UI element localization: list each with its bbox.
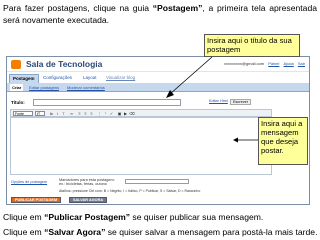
post-hint-callout: Insira aqui a mensagem que deseja postar…	[258, 117, 308, 165]
spellcheck-icon[interactable]: ✓	[109, 111, 114, 116]
save-instruction-before: Clique em	[3, 227, 45, 237]
tab-layout[interactable]: Layout	[80, 74, 100, 83]
tab-visualizar-blog[interactable]: Visualizar blog	[103, 74, 138, 83]
title-input[interactable]	[33, 99, 181, 106]
align-left-icon[interactable]: ≡	[77, 111, 82, 116]
subtab-criar[interactable]: Criar	[10, 84, 24, 91]
quote-icon[interactable]: “	[103, 111, 108, 116]
italic-icon[interactable]: i	[55, 111, 60, 116]
save-instruction-after: se quiser salvar a mensagem para postá-l…	[105, 227, 318, 237]
subtab-moderar-comentarios[interactable]: Moderar comentários	[67, 84, 105, 91]
publish-instruction-before: Clique em	[3, 212, 45, 222]
save-now-button[interactable]: SALVAR AGORA	[69, 197, 108, 203]
clear-format-icon[interactable]: ⌫	[129, 111, 135, 116]
video-icon[interactable]: ▶	[123, 111, 128, 116]
title-arrow	[166, 56, 213, 98]
intro-before: Para fazer postagens, clique na guia	[3, 3, 153, 13]
labels-input[interactable]	[125, 179, 189, 184]
font-size-select[interactable]: tT	[35, 111, 45, 116]
blog-name: Sala de Tecnologia	[26, 59, 103, 69]
align-right-icon[interactable]: ≡	[89, 111, 94, 116]
save-instruction: Clique em “Salvar Agora” se quiser salva…	[3, 227, 317, 238]
link-icon[interactable]: ∞	[69, 111, 74, 116]
post-editor[interactable]	[10, 117, 272, 175]
user-links: xxxxxxxxx@gmail.com Painel Ajuda Sair	[221, 61, 305, 66]
editor-footer: Opções de postagem Marcadores para esta …	[7, 177, 309, 204]
title-label: Título:	[11, 100, 25, 105]
editor-toolbar: Fonte tT b i T ∞ ≡ ≡ ≡ ⋮ “ ✓ ▣ ▶ ⌫	[10, 109, 272, 117]
tab-configuracoes[interactable]: Configurações	[40, 74, 75, 83]
subtab-editar-postagens[interactable]: Editar postagens	[29, 84, 59, 91]
blogger-topbar: Sala de Tecnologia xxxxxxxxx@gmail.com P…	[7, 57, 309, 72]
publish-post-button[interactable]: PUBLICAR POSTAGEM	[11, 197, 62, 203]
post-arrow	[233, 137, 259, 143]
save-instruction-bold: “Salvar Agora”	[44, 227, 106, 237]
blogger-logo-icon	[11, 60, 21, 69]
shortcuts-text: Atalhos: pressione Ctrl com: B = Negrito…	[59, 189, 201, 193]
help-link[interactable]: Ajuda	[284, 61, 294, 66]
dashboard-link[interactable]: Painel	[268, 61, 279, 66]
title-hint-callout: Insira aqui o título da sua postagem	[204, 34, 300, 57]
intro-tab-name: “Postagem”	[152, 3, 203, 13]
font-select[interactable]: Fonte	[13, 111, 33, 116]
bold-icon[interactable]: b	[49, 111, 54, 116]
list-icon[interactable]: ⋮	[97, 111, 102, 116]
publish-instruction: Clique em “Publicar Postagem” se quiser …	[3, 212, 263, 223]
sub-tabs: Criar Editar postagens Moderar comentári…	[7, 83, 309, 92]
labels-example: ex.: bicicletas, férias, outono	[59, 182, 107, 187]
text-color-icon[interactable]: T	[61, 111, 66, 116]
tab-postagem[interactable]: Postagem	[9, 74, 39, 83]
labels-text: Marcadores para esta postagem: ex.: bici…	[59, 178, 115, 186]
publish-instruction-bold: “Publicar Postagem”	[44, 212, 131, 222]
compose-button[interactable]: Escrever	[230, 99, 251, 105]
user-email: xxxxxxxxx@gmail.com	[223, 61, 265, 66]
main-tabs: Postagem Configurações Layout Visualizar…	[7, 73, 309, 83]
intro-text: Para fazer postagens, clique na guia “Po…	[3, 3, 317, 26]
align-center-icon[interactable]: ≡	[83, 111, 88, 116]
publish-instruction-after: se quiser publicar sua mensagem.	[130, 212, 264, 222]
image-icon[interactable]: ▣	[117, 111, 122, 116]
post-options-link[interactable]: Opções de postagem	[11, 180, 47, 184]
signout-link[interactable]: Sair	[298, 61, 305, 66]
